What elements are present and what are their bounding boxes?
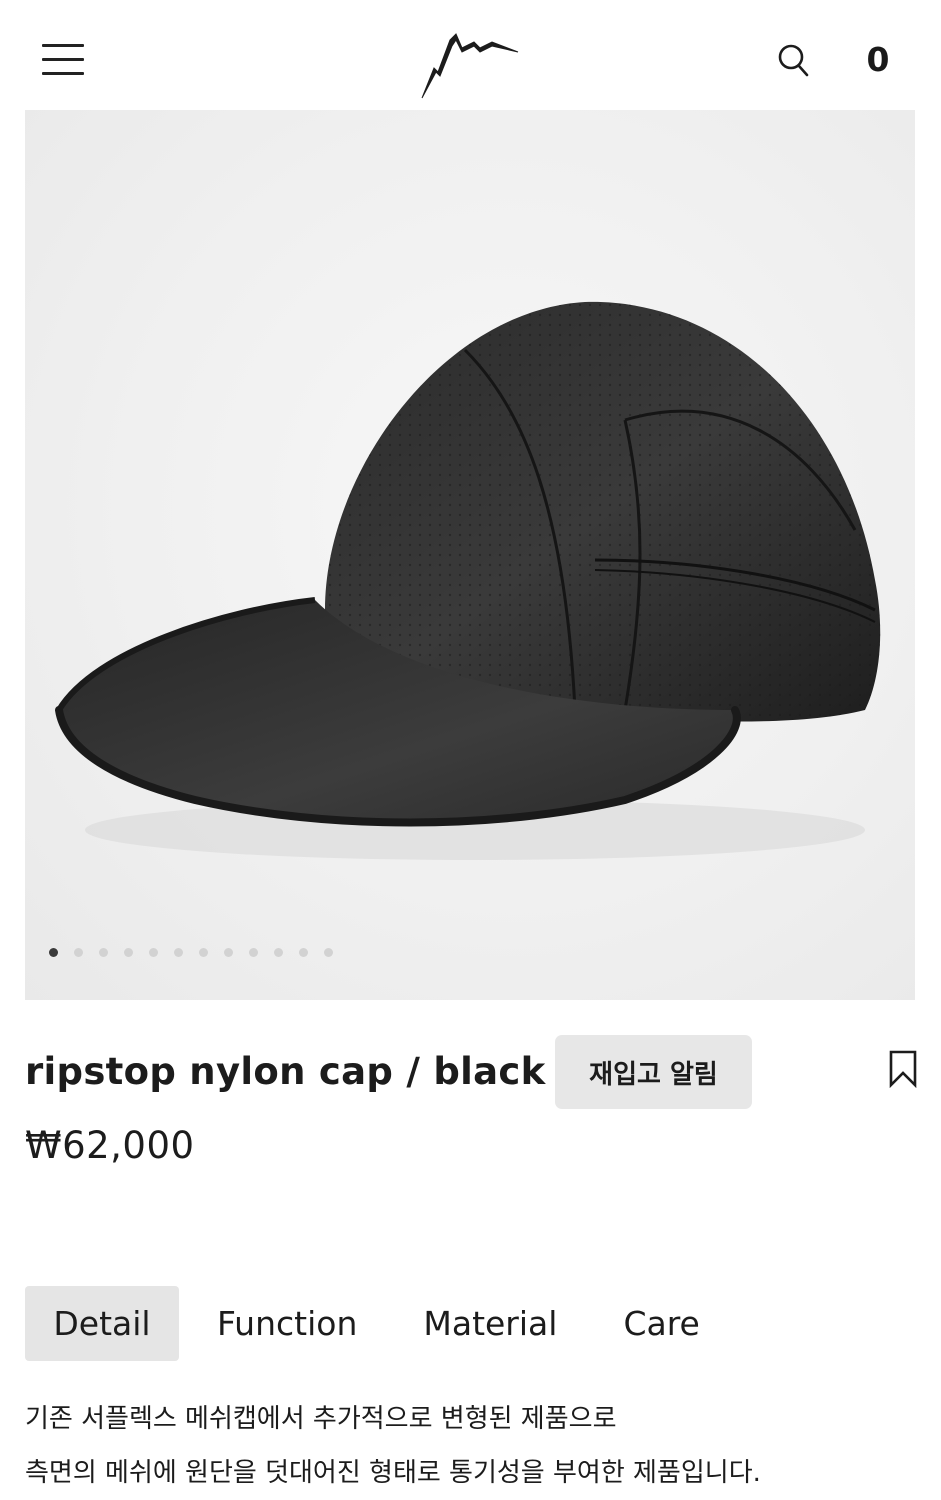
tab-detail[interactable]: Detail — [25, 1286, 179, 1361]
carousel-dot[interactable] — [224, 948, 233, 957]
carousel-dot[interactable] — [74, 948, 83, 957]
carousel-dot[interactable] — [49, 948, 58, 957]
product-title: ripstop nylon cap / black — [25, 1050, 546, 1093]
cart-count-badge[interactable]: 0 — [858, 38, 898, 82]
detail-line: 기존 서플렉스 메쉬캡에서 추가적으로 변형된 제품으로 — [25, 1404, 617, 1434]
product-price: ₩62,000 — [25, 1124, 195, 1167]
top-header: 0 — [0, 0, 941, 110]
bookmark-icon[interactable] — [888, 1050, 918, 1088]
product-page: 0 ripstop nylon cap / black 재입고 알림 ₩62,0… — [0, 0, 941, 1500]
carousel-dot[interactable] — [199, 948, 208, 957]
carousel-dot[interactable] — [324, 948, 333, 957]
carousel-dot[interactable] — [149, 948, 158, 957]
tab-care[interactable]: Care — [623, 1286, 699, 1361]
carousel-dot[interactable] — [249, 948, 258, 957]
search-icon[interactable] — [776, 42, 810, 78]
carousel-dot[interactable] — [299, 948, 308, 957]
carousel-dot[interactable] — [124, 948, 133, 957]
detail-description: 기존 서플렉스 메쉬캡에서 추가적으로 변형된 제품으로 측면의 메쉬에 원단을… — [25, 1392, 915, 1500]
product-image-carousel[interactable] — [25, 110, 915, 1000]
carousel-dot[interactable] — [174, 948, 183, 957]
mountain-logo-icon[interactable] — [418, 28, 524, 100]
product-image — [55, 301, 881, 860]
tab-function[interactable]: Function — [217, 1286, 357, 1361]
tab-material[interactable]: Material — [423, 1286, 557, 1361]
hamburger-menu-icon[interactable] — [42, 44, 84, 76]
carousel-dot[interactable] — [99, 948, 108, 957]
product-info-tabs: Detail Function Material Care — [25, 1286, 700, 1361]
restock-alert-button[interactable]: 재입고 알림 — [555, 1035, 752, 1109]
detail-line: 측면의 메쉬에 원단을 덧대어진 형태로 통기성을 부여한 제품입니다. — [25, 1458, 761, 1488]
carousel-pagination — [49, 948, 349, 962]
carousel-dot[interactable] — [274, 948, 283, 957]
